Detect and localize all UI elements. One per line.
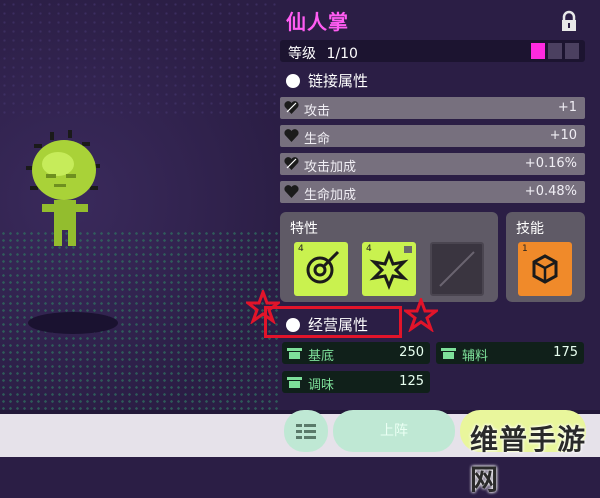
skills-box: 技能 1 — [506, 212, 585, 302]
skill-level: 1 — [522, 244, 528, 254]
level-label: 等级 — [288, 46, 316, 62]
cactus-character-sprite — [26, 130, 100, 246]
trait-slot[interactable]: 4 — [294, 242, 348, 296]
business-attribute-label: 调味 — [308, 378, 335, 393]
attack-heart-icon — [284, 101, 299, 114]
attribute-label: 生命加成 — [304, 188, 357, 203]
tray-icon — [287, 348, 302, 359]
traits-box: 特性 4 4 — [280, 212, 498, 302]
red-star-icon — [404, 298, 438, 332]
skill-slot[interactable]: 1 — [518, 242, 572, 296]
business-attribute-label: 基底 — [308, 349, 335, 364]
circle-icon — [286, 73, 300, 88]
attribute-label: 生命 — [304, 132, 331, 147]
attribute-row: 攻击加成 +0.16% — [280, 153, 585, 175]
traits-title: 特性 — [290, 221, 318, 237]
character-shadow — [28, 312, 118, 334]
trait-slot-empty[interactable] — [430, 242, 484, 296]
business-attribute-row: 基底 250 — [282, 342, 430, 364]
character-info-panel: 仙人掌 等级 1/10 链接属性 攻击 +1 生命 +10 攻击加成 +0.16… — [280, 0, 600, 414]
skills-title: 技能 — [516, 221, 544, 237]
trait-slot[interactable]: 4 — [362, 242, 416, 296]
attribute-value: +10 — [549, 128, 577, 143]
business-attribute-value: 250 — [399, 345, 424, 360]
attribute-value: +1 — [557, 100, 577, 115]
attribute-row: 生命 +10 — [280, 125, 585, 147]
background-dot-grid-top — [0, 0, 280, 120]
attribute-value: +0.48% — [524, 184, 577, 199]
watermark: 维普手游网 — [470, 423, 587, 496]
empty-slot-icon — [439, 251, 475, 287]
heart-icon — [284, 129, 299, 142]
level-text: 等级 1/10 — [288, 43, 358, 63]
character-name: 仙人掌 — [286, 10, 349, 34]
list-icon — [296, 424, 316, 439]
level-pips — [531, 43, 579, 59]
attribute-label: 攻击 — [304, 104, 331, 119]
level-value: 1/10 — [326, 46, 358, 62]
attribute-value: +0.16% — [524, 156, 577, 171]
level-bar: 等级 1/10 — [280, 40, 585, 62]
heart-icon — [284, 185, 299, 198]
link-attributes-header: 链接属性 — [286, 70, 368, 91]
tray-icon — [441, 348, 456, 359]
business-attribute-value: 175 — [553, 345, 578, 360]
level-pip — [548, 43, 562, 59]
trait-level: 4 — [298, 244, 304, 254]
attack-heart-icon — [284, 157, 299, 170]
attribute-label: 攻击加成 — [304, 160, 357, 175]
business-attribute-row: 调味 125 — [282, 371, 430, 393]
attribute-row: 攻击 +1 — [280, 97, 585, 119]
red-star-icon — [246, 290, 280, 324]
trait-level: 4 — [366, 244, 372, 254]
level-pip — [565, 43, 579, 59]
business-attribute-value: 125 — [399, 374, 424, 389]
tray-icon — [287, 377, 302, 388]
business-attribute-label: 辅料 — [462, 349, 489, 364]
deploy-button[interactable]: 上阵 — [333, 410, 455, 452]
level-pip-filled — [531, 43, 545, 59]
list-button[interactable] — [284, 410, 328, 452]
business-attribute-row: 辅料 175 — [436, 342, 584, 364]
lock-icon[interactable] — [558, 10, 580, 32]
highlight-box — [264, 306, 402, 338]
attribute-row: 生命加成 +0.48% — [280, 181, 585, 203]
link-attributes-title: 链接属性 — [308, 72, 369, 90]
